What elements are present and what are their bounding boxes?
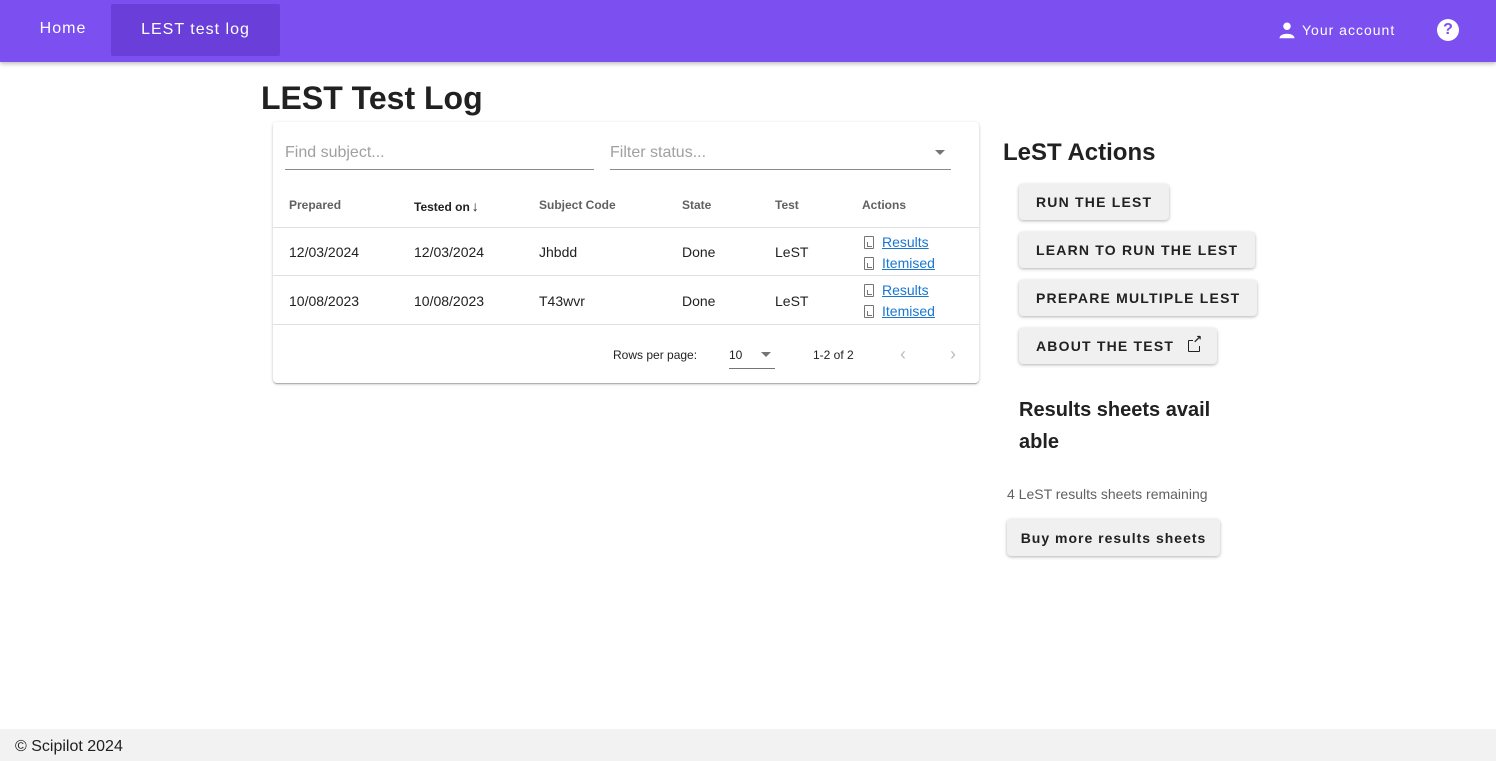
cell-test: LeST bbox=[775, 244, 809, 260]
open-in-new-icon bbox=[1188, 334, 1204, 352]
prepare-multiple-button[interactable]: PREPARE MULTIPLE LEST bbox=[1019, 280, 1258, 316]
learn-to-run-button[interactable]: LEARN TO RUN THE LEST bbox=[1019, 232, 1256, 268]
app-bar: Home LEST test log Your account ? bbox=[0, 0, 1496, 62]
rows-per-page-value: 10 bbox=[729, 348, 743, 362]
results-sheets-title: Results sheets available bbox=[1019, 399, 1211, 453]
column-header-subject-code[interactable]: Subject Code bbox=[539, 198, 616, 212]
test-log-table-card: Prepared Tested on↓ Subject Code State T… bbox=[273, 122, 979, 383]
nav-home-button[interactable]: Home bbox=[14, 0, 112, 58]
footer: © Scipilot 2024 bbox=[0, 729, 1496, 761]
subject-search-input[interactable] bbox=[285, 144, 594, 162]
results-link-label[interactable]: Results bbox=[882, 234, 929, 250]
column-header-actions: Actions bbox=[862, 198, 907, 212]
itemised-link[interactable]: Itemised bbox=[864, 255, 935, 271]
about-test-label: ABOUT THE TEST bbox=[1036, 338, 1175, 354]
account-button[interactable]: Your account bbox=[1278, 18, 1395, 42]
actions-title: LeST Actions bbox=[1003, 139, 1156, 166]
about-test-button[interactable]: ABOUT THE TEST bbox=[1019, 328, 1218, 364]
results-link[interactable]: Results bbox=[864, 234, 929, 250]
pagination-range: 1-2 of 2 bbox=[813, 348, 854, 362]
document-icon bbox=[864, 235, 874, 249]
column-header-label: Tested on bbox=[414, 200, 470, 214]
cell-tested-on: 12/03/2024 bbox=[414, 244, 485, 260]
run-lest-button[interactable]: RUN THE LEST bbox=[1019, 184, 1170, 220]
column-header-test[interactable]: Test bbox=[775, 198, 799, 212]
sheets-remaining-text: 4 LeST results sheets remaining bbox=[1007, 486, 1208, 502]
chevron-down-icon[interactable] bbox=[935, 150, 945, 155]
results-link[interactable]: Results bbox=[864, 282, 929, 298]
itemised-link-label[interactable]: Itemised bbox=[882, 255, 935, 271]
nav-test-log-button[interactable]: LEST test log bbox=[111, 4, 280, 56]
arrow-down-icon[interactable]: ↓ bbox=[472, 198, 479, 214]
row-divider bbox=[273, 275, 979, 276]
cell-prepared: 10/08/2023 bbox=[289, 293, 360, 309]
itemised-link[interactable]: Itemised bbox=[864, 303, 935, 319]
column-header-state[interactable]: State bbox=[682, 198, 711, 212]
column-header-tested-on[interactable]: Tested on ↓ bbox=[414, 198, 479, 214]
help-icon[interactable]: ? bbox=[1437, 19, 1459, 41]
document-icon bbox=[864, 283, 874, 297]
subject-search-field[interactable] bbox=[285, 144, 594, 170]
person-icon bbox=[1279, 22, 1295, 39]
rows-per-page-select[interactable]: 10 bbox=[729, 341, 775, 369]
column-header-prepared[interactable]: Prepared bbox=[289, 198, 341, 212]
page-title: LEST Test Log bbox=[261, 80, 483, 116]
document-icon bbox=[864, 256, 874, 270]
account-label: Your account bbox=[1302, 22, 1396, 38]
copyright-text: © Scipilot 2024 bbox=[15, 738, 123, 755]
status-filter-select[interactable] bbox=[610, 144, 951, 170]
itemised-link-label[interactable]: Itemised bbox=[882, 303, 935, 319]
row-divider bbox=[273, 324, 979, 325]
cell-state: Done bbox=[682, 293, 716, 309]
cell-state: Done bbox=[682, 244, 716, 260]
results-link-label[interactable]: Results bbox=[882, 282, 929, 298]
row-divider bbox=[273, 227, 979, 228]
buy-more-sheets-button[interactable]: Buy more results sheets bbox=[1007, 519, 1220, 556]
document-icon bbox=[864, 304, 874, 318]
cell-subject-code: Jhbdd bbox=[539, 244, 578, 260]
cell-test: LeST bbox=[775, 293, 809, 309]
chevron-left-icon[interactable]: ‹ bbox=[891, 342, 915, 366]
cell-tested-on: 10/08/2023 bbox=[414, 293, 485, 309]
cell-subject-code: T43wvr bbox=[539, 293, 585, 309]
rows-per-page-label: Rows per page: bbox=[613, 348, 698, 362]
chevron-right-icon[interactable]: › bbox=[941, 342, 965, 366]
cell-prepared: 12/03/2024 bbox=[289, 244, 360, 260]
status-filter-input[interactable] bbox=[610, 144, 951, 162]
chevron-down-icon[interactable] bbox=[761, 352, 771, 357]
